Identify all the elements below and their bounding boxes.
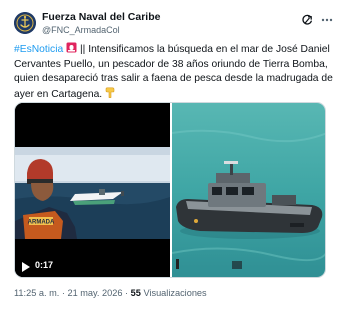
- tweet-date[interactable]: 21 may. 2026: [67, 288, 122, 298]
- meta-dot: ·: [61, 288, 65, 298]
- hashtag-link[interactable]: #EsNoticia: [14, 44, 63, 55]
- separator: ||: [79, 44, 86, 55]
- views-count: 55: [130, 288, 141, 298]
- police-siren-icon: [66, 42, 77, 53]
- play-icon[interactable]: [21, 261, 31, 273]
- photo-thumbnail[interactable]: [172, 103, 325, 277]
- author-block: Fuerza Naval del Caribe @FNC_ArmadaCol: [42, 11, 160, 36]
- tweet-header: Fuerza Naval del Caribe @FNC_ArmadaCol: [14, 10, 336, 38]
- media-grid: ARMADA 0:17: [14, 102, 326, 278]
- video-duration: 0:17: [35, 260, 54, 270]
- grok-refresh-icon[interactable]: [301, 14, 313, 26]
- views-label: Visualizaciones: [143, 288, 207, 298]
- tweet-text: #EsNoticia || Intensificamos la búsqueda…: [14, 42, 338, 102]
- more-options-icon[interactable]: [320, 14, 334, 26]
- boat-photo-image: [172, 103, 325, 277]
- tweet-meta: 11:25 a. m. · 21 may. 2026 · 55 Visualiz…: [14, 288, 207, 298]
- author-handle[interactable]: @FNC_ArmadaCol: [42, 24, 160, 36]
- helmet-text: ARMADA: [28, 220, 55, 226]
- naval-crest-icon: [14, 12, 36, 34]
- tweet-time[interactable]: 11:25 a. m.: [14, 288, 59, 298]
- video-thumbnail[interactable]: ARMADA 0:17: [15, 103, 170, 277]
- author-display-name[interactable]: Fuerza Naval del Caribe: [42, 11, 160, 24]
- backhand-pointing-down-icon: [105, 87, 115, 98]
- avatar[interactable]: [14, 12, 36, 34]
- meta-dot-2: ·: [125, 288, 129, 298]
- video-frame-image: ARMADA: [15, 103, 170, 277]
- tweet-card: Fuerza Naval del Caribe @FNC_ArmadaCol #…: [0, 0, 350, 311]
